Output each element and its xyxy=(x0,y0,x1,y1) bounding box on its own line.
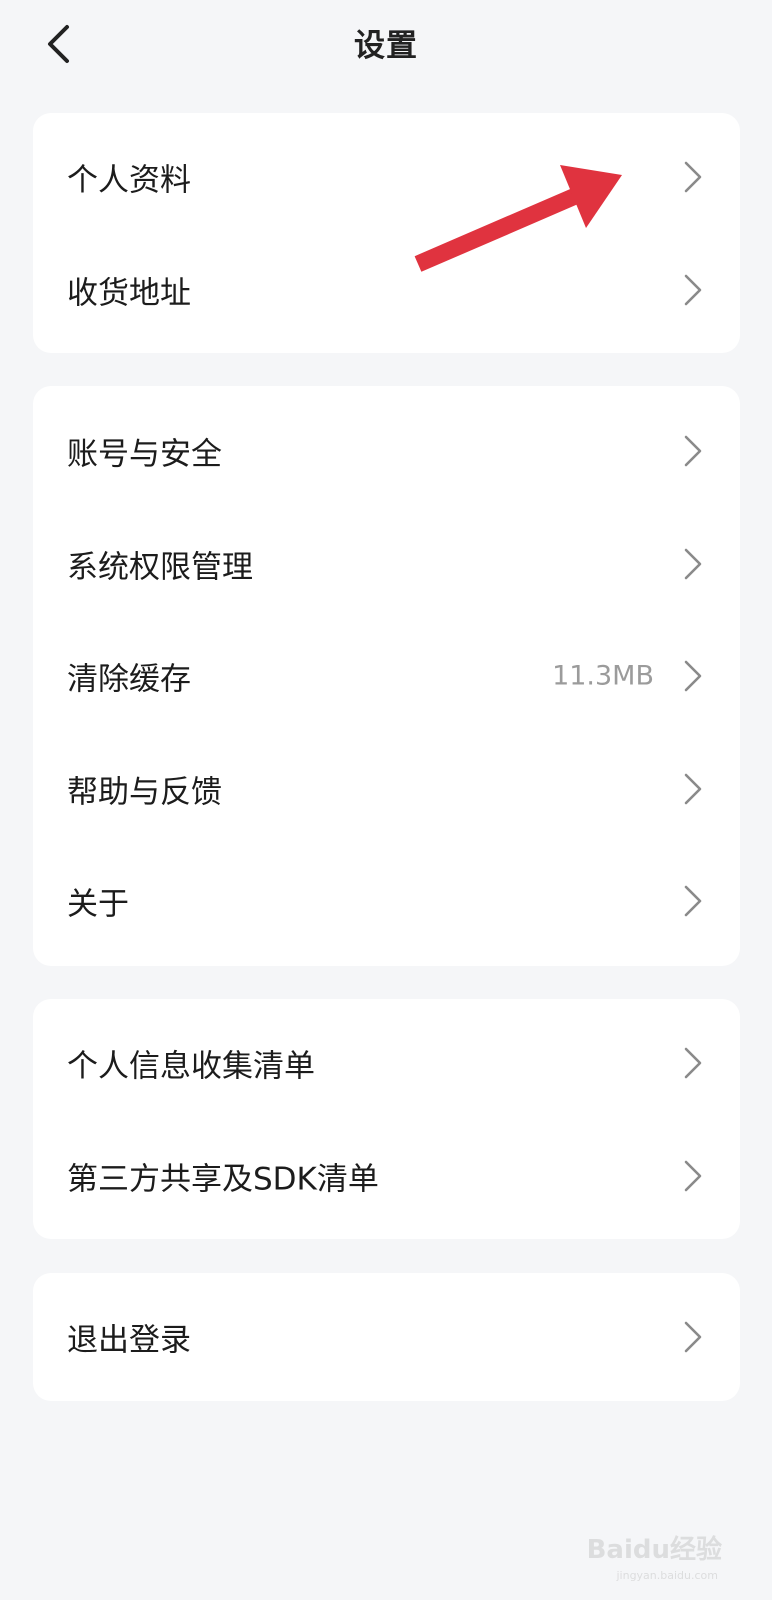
row-label: 关于 xyxy=(67,886,129,923)
row-clear-cache[interactable]: 清除缓存 11.3MB xyxy=(33,620,740,732)
row-label: 退出登录 xyxy=(67,1322,191,1359)
row-label: 帮助与反馈 xyxy=(67,774,222,811)
settings-group-system: 账号与安全 系统权限管理 清除缓存 11.3MB 帮助与反馈 关于 xyxy=(33,386,740,966)
chevron-right-icon xyxy=(684,161,702,193)
row-label: 账号与安全 xyxy=(67,436,222,473)
settings-group-privacy: 个人信息收集清单 第三方共享及SDK清单 xyxy=(33,999,740,1239)
settings-group-profile: 个人资料 收货地址 xyxy=(33,113,740,353)
chevron-right-icon xyxy=(684,548,702,580)
row-help-feedback[interactable]: 帮助与反馈 xyxy=(33,733,740,845)
cache-size-value: 11.3MB xyxy=(552,660,654,692)
baidu-watermark-logo: Baidu经验 jingyan.baidu.com xyxy=(562,1506,722,1582)
row-system-permissions[interactable]: 系统权限管理 xyxy=(33,508,740,620)
chevron-right-icon xyxy=(684,435,702,467)
row-label: 收货地址 xyxy=(67,275,191,312)
row-label: 个人资料 xyxy=(67,162,191,199)
chevron-right-icon xyxy=(684,773,702,805)
page-title: 设置 xyxy=(354,28,418,64)
watermark-subtext: jingyan.baidu.com xyxy=(616,1569,718,1582)
chevron-right-icon xyxy=(684,274,702,306)
row-account-security[interactable]: 账号与安全 xyxy=(33,395,740,507)
watermark-text: Baidu经验 xyxy=(586,1535,722,1565)
chevron-right-icon xyxy=(684,660,702,692)
row-personal-profile[interactable]: 个人资料 xyxy=(33,121,740,233)
row-label: 系统权限管理 xyxy=(67,549,253,586)
row-label: 个人信息收集清单 xyxy=(67,1048,315,1085)
logout-button[interactable]: 退出登录 xyxy=(33,1281,740,1393)
chevron-right-icon xyxy=(684,885,702,917)
chevron-right-icon xyxy=(684,1160,702,1192)
chevron-right-icon xyxy=(684,1321,702,1353)
row-shipping-address[interactable]: 收货地址 xyxy=(33,234,740,346)
row-third-party-sdk-list[interactable]: 第三方共享及SDK清单 xyxy=(33,1120,740,1232)
settings-group-logout: 退出登录 xyxy=(33,1273,740,1401)
row-label: 第三方共享及SDK清单 xyxy=(67,1161,379,1198)
nav-header: 设置 xyxy=(0,0,772,88)
chevron-right-icon xyxy=(684,1047,702,1079)
row-about[interactable]: 关于 xyxy=(33,845,740,957)
row-personal-info-list[interactable]: 个人信息收集清单 xyxy=(33,1007,740,1119)
row-label: 清除缓存 xyxy=(67,661,191,698)
